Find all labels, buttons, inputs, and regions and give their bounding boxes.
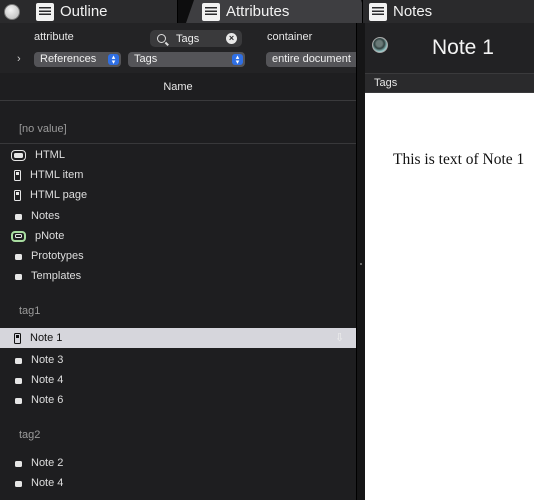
- list-item[interactable]: Notes: [0, 206, 356, 226]
- list-item[interactable]: Note 3: [0, 350, 356, 370]
- value-popup[interactable]: Tags ▴ ▾: [128, 52, 245, 67]
- attributes-icon: [202, 3, 220, 21]
- popup-arrows-icon: ▴ ▾: [232, 54, 243, 66]
- search-field[interactable]: Tags ×: [150, 30, 242, 47]
- container-popup[interactable]: entire document: [266, 52, 356, 67]
- list-item[interactable]: HTML: [0, 145, 356, 165]
- tall-note-icon: [14, 332, 21, 344]
- pane-splitter[interactable]: [356, 23, 365, 500]
- tab-strip: Outline Attributes Notes: [0, 0, 534, 23]
- attribute-browser: attribute Tags × container › References …: [0, 23, 356, 500]
- list-item[interactable]: Note 6: [0, 390, 356, 410]
- tags-attribute-row[interactable]: Tags: [365, 73, 534, 93]
- item-label: Note 3: [31, 354, 64, 366]
- tab-outline[interactable]: Outline: [0, 0, 178, 23]
- list-item[interactable]: Note 4: [0, 473, 356, 493]
- item-label: Note 1: [30, 332, 63, 344]
- item-label: Note 4: [31, 477, 64, 489]
- container-popup-value: entire document: [272, 53, 351, 65]
- divider: [0, 143, 356, 144]
- prototype-note-icon: [11, 230, 26, 242]
- item-label: Note 2: [31, 457, 64, 469]
- list-item[interactable]: Note 2: [0, 453, 356, 473]
- note-icon: [15, 481, 22, 487]
- note-icon: [15, 398, 22, 404]
- item-label: Notes: [31, 210, 60, 222]
- list-item[interactable]: Templates: [0, 266, 356, 286]
- outline-icon: [36, 2, 54, 21]
- note-header: Note 1: [365, 23, 534, 73]
- list-item[interactable]: Note 4: [0, 370, 356, 390]
- tab-label: Attributes: [226, 3, 290, 20]
- name-column-header[interactable]: Name: [0, 73, 356, 101]
- tab-attributes[interactable]: Attributes: [186, 0, 369, 23]
- tab-label: Notes: [393, 3, 433, 20]
- note-icon: [15, 274, 22, 280]
- tags-label: Tags: [374, 77, 398, 89]
- prototype-icon: [11, 149, 26, 161]
- tall-note-icon: [14, 169, 21, 181]
- value-popup-value: Tags: [134, 53, 158, 65]
- group-header-no-value: [no value]: [19, 123, 67, 135]
- note-text[interactable]: This is text of Note 1: [393, 151, 524, 169]
- window-button-icon[interactable]: [4, 3, 20, 20]
- item-label: HTML page: [30, 189, 88, 201]
- attribute-popup-value: References: [40, 53, 97, 65]
- query-bar: attribute Tags × container › References …: [0, 23, 356, 73]
- item-label: Prototypes: [31, 250, 84, 262]
- chevron-right-icon[interactable]: ›: [17, 53, 21, 65]
- item-label: HTML: [35, 149, 65, 161]
- tall-note-icon: [14, 189, 21, 201]
- note-icon: [15, 461, 22, 467]
- open-arrow-icon[interactable]: ⇩: [335, 332, 345, 344]
- note-pane: Note 1 Tags This is text of Note 1: [365, 23, 534, 500]
- list-item[interactable]: HTML item: [0, 165, 356, 185]
- note-icon: [15, 358, 22, 364]
- notes-icon: [369, 2, 387, 21]
- item-label: pNote: [35, 230, 65, 242]
- attribute-popup[interactable]: References ▴ ▾: [34, 52, 121, 67]
- list-item[interactable]: Prototypes: [0, 246, 356, 266]
- tab-notes[interactable]: Notes: [362, 0, 534, 23]
- attribute-label: attribute: [34, 31, 74, 43]
- item-label: Templates: [31, 270, 82, 282]
- tab-label: Outline: [60, 3, 108, 20]
- search-icon: [157, 34, 166, 43]
- attribute-value-list: [no value] HTML HTML item HTML page Note…: [0, 102, 356, 500]
- popup-arrows-icon: ▴ ▾: [108, 54, 119, 66]
- note-icon: [15, 214, 22, 220]
- list-item[interactable]: pNote: [0, 226, 356, 246]
- group-header-tag2: tag2: [19, 429, 41, 441]
- list-item[interactable]: HTML page: [0, 185, 356, 205]
- splitter-grip-icon: [360, 263, 362, 265]
- item-label: HTML item: [30, 169, 84, 181]
- item-label: Note 4: [31, 374, 64, 386]
- note-title[interactable]: Note 1: [432, 36, 494, 60]
- item-label: Note 6: [31, 394, 64, 406]
- note-icon: [15, 254, 22, 260]
- list-item-selected[interactable]: Note 1 ⇩: [0, 328, 356, 348]
- container-label: container: [267, 31, 313, 43]
- clear-search-icon[interactable]: ×: [226, 33, 237, 44]
- note-badge-icon[interactable]: [372, 37, 388, 53]
- search-value: Tags: [176, 32, 200, 45]
- group-header-tag1: tag1: [19, 305, 41, 317]
- note-icon: [15, 378, 22, 384]
